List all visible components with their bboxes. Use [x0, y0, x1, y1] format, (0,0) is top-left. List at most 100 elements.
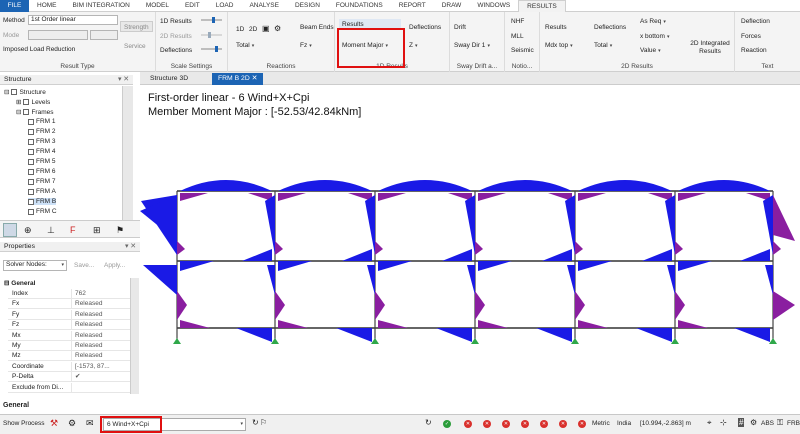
property-row[interactable]: Fz Released — [8, 320, 130, 331]
property-row[interactable]: P-Delta ✔ — [8, 372, 130, 383]
ortho-icon[interactable]: # — [738, 418, 745, 427]
menu-tab-load[interactable]: LOAD — [208, 0, 242, 12]
total-2d-dropdown[interactable]: Total ▾ — [594, 42, 612, 49]
property-row[interactable]: Mz Released — [8, 351, 130, 362]
property-row[interactable]: Fy Released — [8, 309, 130, 320]
menu-tab-analyse[interactable]: ANALYSE — [241, 0, 287, 12]
grid-icon[interactable]: ⊞ — [93, 225, 101, 236]
moment-diagram[interactable] — [140, 135, 800, 410]
tree-frame-item[interactable]: FRM C — [28, 208, 57, 215]
design-icon[interactable]: ⚙ — [68, 418, 76, 429]
general-section-header[interactable]: ⊟ General — [4, 279, 35, 287]
property-row[interactable]: Fx Released — [8, 299, 130, 310]
tree-frame-item[interactable]: FRM B — [28, 198, 57, 205]
menu-tab-draw[interactable]: DRAW — [434, 0, 470, 12]
error-icon-6[interactable]: ✕ — [559, 420, 567, 428]
menu-tab-edit[interactable]: EDIT — [177, 0, 208, 12]
menu-tab-design[interactable]: DESIGN — [287, 0, 328, 12]
show-process-button[interactable]: Show Process — [3, 420, 45, 427]
reactions-fz-dropdown[interactable]: Fz ▾ — [300, 42, 312, 49]
menu-tab-file[interactable]: FILE — [0, 0, 29, 12]
reactions-2d[interactable]: 2D — [249, 26, 257, 33]
error-icon-7[interactable]: ✕ — [578, 420, 586, 428]
tab-structure-3d[interactable]: Structure 3D — [144, 73, 194, 85]
menu-tab-model[interactable]: MODEL — [138, 0, 177, 12]
x-bottom-dropdown[interactable]: x bottom ▾ — [640, 33, 669, 40]
tab-frm-b-2d[interactable]: FRM B 2D ✕ — [212, 73, 264, 85]
deflections-2d-button[interactable]: Deflections — [594, 24, 626, 31]
tools-icon[interactable]: ⚑ — [116, 225, 124, 236]
property-row[interactable]: Coordinate [-1573, 87... — [8, 361, 130, 372]
error-icon-5[interactable]: ✕ — [540, 420, 548, 428]
abs-toggle[interactable]: ABS — [761, 420, 774, 427]
menu-tab-foundations[interactable]: FOUNDATIONS — [328, 0, 391, 12]
reactions-1d[interactable]: 1D — [236, 26, 244, 33]
results-2d-button[interactable]: Results — [545, 24, 567, 31]
text-deflection-button[interactable]: Deflection — [741, 18, 770, 25]
mdx-top-dropdown[interactable]: Mdx top ▾ — [545, 42, 573, 49]
property-row[interactable]: Index 762 — [8, 289, 130, 299]
pin-close-icons[interactable]: ▾ ✕ — [118, 75, 129, 85]
filter-icon[interactable]: ⚐ — [260, 418, 267, 427]
integrated-results-button[interactable]: 2D Integrated Results — [688, 40, 732, 56]
tree-frame-item[interactable]: FRM A — [28, 188, 56, 195]
sway-dir-dropdown[interactable]: Sway Dir 1 ▾ — [454, 42, 490, 49]
snap-icon[interactable]: ⌖ — [707, 418, 712, 428]
frame-results-canvas[interactable]: First-order linear - 6 Wind+X+Cpi Member… — [140, 85, 800, 410]
tree-root[interactable]: ⊟ Structure — [4, 88, 46, 97]
tree-frame-item[interactable]: FRM 1 — [28, 118, 56, 125]
units-metric[interactable]: Metric — [592, 420, 610, 427]
tree-frame-item[interactable]: FRM 6 — [28, 168, 56, 175]
reactions-view-icon[interactable]: ▣ — [262, 24, 270, 33]
menu-tab-home[interactable]: HOME — [29, 0, 65, 12]
scale-sliders-icon[interactable] — [200, 16, 224, 56]
reactions-total-dropdown[interactable]: Total ▾ — [236, 42, 254, 49]
menu-tab-windows[interactable]: WINDOWS — [469, 0, 518, 12]
text-reaction-button[interactable]: Reaction — [741, 47, 767, 54]
seismic-button[interactable]: Seismic — [511, 47, 534, 54]
solver-nodes-dropdown[interactable]: Solver Nodes: ▾ — [3, 260, 67, 271]
tree-scrollbar[interactable] — [122, 86, 133, 220]
error-icon-3[interactable]: ✕ — [502, 420, 510, 428]
scale-2d-results[interactable]: 2D Results — [160, 33, 192, 40]
drift-button[interactable]: Drift — [454, 24, 466, 31]
imposed-load-reduction[interactable]: Imposed Load Reduction — [3, 46, 75, 53]
properties-scrollbar[interactable] — [130, 278, 139, 394]
tree-frame-item[interactable]: FRM 7 — [28, 178, 56, 185]
deflection-axis-dropdown[interactable]: Z ▾ — [409, 42, 418, 49]
check-status-icon[interactable]: ✓ — [443, 420, 451, 428]
scale-1d-results[interactable]: 1D Results — [160, 18, 192, 25]
as-req-dropdown[interactable]: As Req ▾ — [640, 18, 666, 25]
error-icon-1[interactable]: ✕ — [464, 420, 472, 428]
text-forces-button[interactable]: Forces — [741, 33, 761, 40]
mll-button[interactable]: MLL — [511, 33, 524, 40]
tree-frame-item[interactable]: FRM 4 — [28, 148, 56, 155]
tree-frame-item[interactable]: FRM 5 — [28, 158, 56, 165]
tree-frames[interactable]: ⊟ Frames — [16, 108, 53, 117]
save-button[interactable]: Save... — [74, 262, 94, 269]
apply-button[interactable]: Apply... — [104, 262, 125, 269]
settings-gear-icon[interactable]: ⚙ — [750, 418, 757, 427]
frame-icon[interactable]: F — [70, 225, 76, 235]
nhf-button[interactable]: NHF — [511, 18, 524, 25]
loads-icon[interactable]: ⊥ — [47, 225, 55, 236]
error-icon-2[interactable]: ✕ — [483, 420, 491, 428]
mode-dropdown-2[interactable] — [90, 30, 118, 40]
lock-icon[interactable]: ⚿ — [777, 418, 783, 428]
deflections-1d-button[interactable]: Deflections — [409, 24, 441, 31]
refresh-icon[interactable]: ↻ — [252, 418, 259, 427]
property-row[interactable]: Exclude from Di... — [8, 382, 130, 393]
property-row[interactable]: Mx Released — [8, 330, 130, 341]
menu-tab-results[interactable]: RESULTS — [518, 0, 566, 12]
service-button[interactable]: Service — [121, 41, 149, 52]
error-icon-4[interactable]: ✕ — [521, 420, 529, 428]
mode-dropdown[interactable] — [28, 30, 88, 40]
strength-button[interactable]: Strength — [120, 21, 153, 32]
value-dropdown[interactable]: Value ▾ — [640, 47, 661, 54]
sync-icon[interactable]: ↻ — [425, 418, 432, 427]
menu-tab-report[interactable]: REPORT — [391, 0, 434, 12]
method-dropdown[interactable]: 1st Order linear — [28, 15, 118, 25]
properties-pin-icon[interactable]: ▾ ✕ — [125, 242, 136, 252]
frb-toggle[interactable]: FRB — [787, 420, 800, 427]
tree-frame-item[interactable]: FRM 2 — [28, 128, 56, 135]
